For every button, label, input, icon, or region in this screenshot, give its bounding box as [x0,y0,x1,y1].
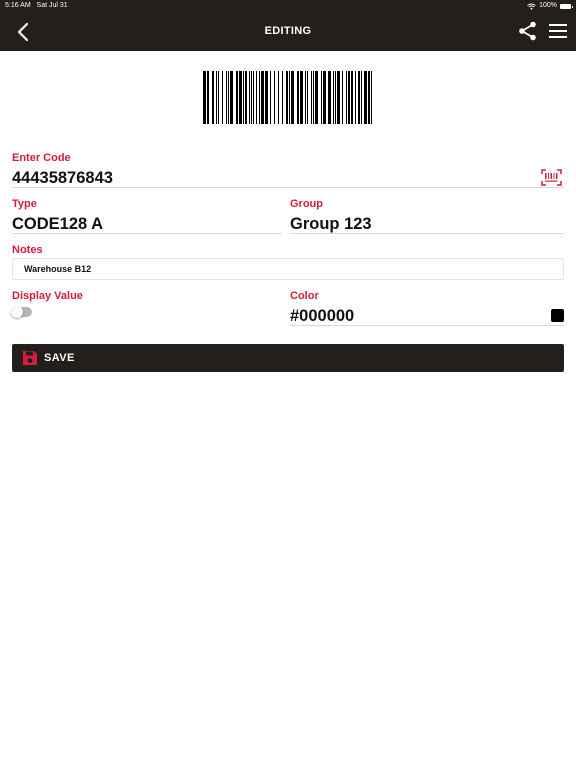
barcode-bar [364,71,367,124]
group-underline [290,233,564,234]
share-icon[interactable] [518,21,538,41]
hamburger-menu-icon[interactable] [549,24,567,38]
barcode-bar [239,71,242,124]
barcode-bar [230,71,233,124]
type-label: Type [12,198,37,210]
color-label: Color [290,290,319,302]
barcode-bar [315,71,318,124]
barcode-bar [274,71,275,124]
barcode-bar [278,71,279,124]
status-right: 100% [527,0,573,12]
barcode-bar [358,71,360,124]
barcode-bar [300,71,303,124]
notes-input[interactable] [12,258,564,280]
group-label: Group [290,198,323,210]
barcode-bar [313,71,314,124]
barcode-bar [361,71,362,124]
barcode-bar [286,71,288,124]
barcode-bar [245,71,247,124]
barcode-bar [270,71,271,124]
wifi-icon [527,3,536,10]
status-time: 5:16 AM [5,2,31,9]
barcode-bar [265,71,268,124]
barcode-bar [351,71,353,124]
barcode-bar [251,71,252,124]
display-value-label: Display Value [12,290,83,302]
barcode-bar [371,71,372,124]
barcode-bar [335,71,336,124]
group-input[interactable]: Group 123 [290,215,372,234]
code-input[interactable]: 44435876843 [12,169,113,188]
notes-label: Notes [12,244,43,256]
barcode-bar [207,71,209,124]
status-time-date: 5:16 AM Sat Jul 31 [5,0,68,12]
barcode-bar [226,71,227,124]
battery-icon [560,3,573,9]
display-value-toggle[interactable] [11,306,32,318]
barcode-bar [203,71,206,124]
barcode-bar [342,71,343,124]
code-label: Enter Code [12,152,71,164]
barcode-bar [212,71,214,124]
type-select[interactable]: CODE128 A [12,215,103,234]
color-swatch[interactable] [551,309,564,322]
status-bar: 5:16 AM Sat Jul 31 100% [0,0,576,12]
barcode-bar [228,71,229,124]
barcode-bar [355,71,356,124]
barcode-bar [348,71,350,124]
barcode-bar [321,71,322,124]
barcode-bar [259,71,260,124]
barcode-image [203,71,372,124]
barcode-bar [333,71,334,124]
barcode-bar [289,71,290,124]
barcode-bar [218,71,219,124]
barcode-bar [216,71,217,124]
barcode-bar [253,71,254,124]
code-underline [12,187,564,188]
type-underline [12,233,282,234]
barcode-bar [307,71,308,124]
save-button[interactable]: SAVE [12,344,564,372]
save-label: SAVE [44,352,75,364]
barcode-bar [222,71,223,124]
barcode-scan-icon[interactable] [541,169,562,186]
barcode-bar [323,71,326,124]
toggle-knob [11,306,23,318]
barcode-bar [256,71,257,124]
barcode-bar [243,71,244,124]
color-underline [290,325,564,326]
barcode-bar [249,71,250,124]
barcode-bar [236,71,238,124]
barcode-bar [297,71,299,124]
barcode-bar [291,71,294,124]
barcode-bar [261,71,264,124]
barcode-bar [328,71,331,124]
color-input[interactable]: #000000 [290,307,354,326]
battery-percent: 100% [539,2,557,9]
floppy-disk-icon [23,351,37,365]
barcode-bar [368,71,370,124]
nav-bar: EDITING [0,12,576,51]
barcode-bar [346,71,347,124]
barcode-bar [305,71,306,124]
page-title: EDITING [264,25,312,37]
barcode-bar [311,71,312,124]
status-date: Sat Jul 31 [36,2,68,9]
barcode-bar [337,71,340,124]
barcode-bar [282,71,283,124]
